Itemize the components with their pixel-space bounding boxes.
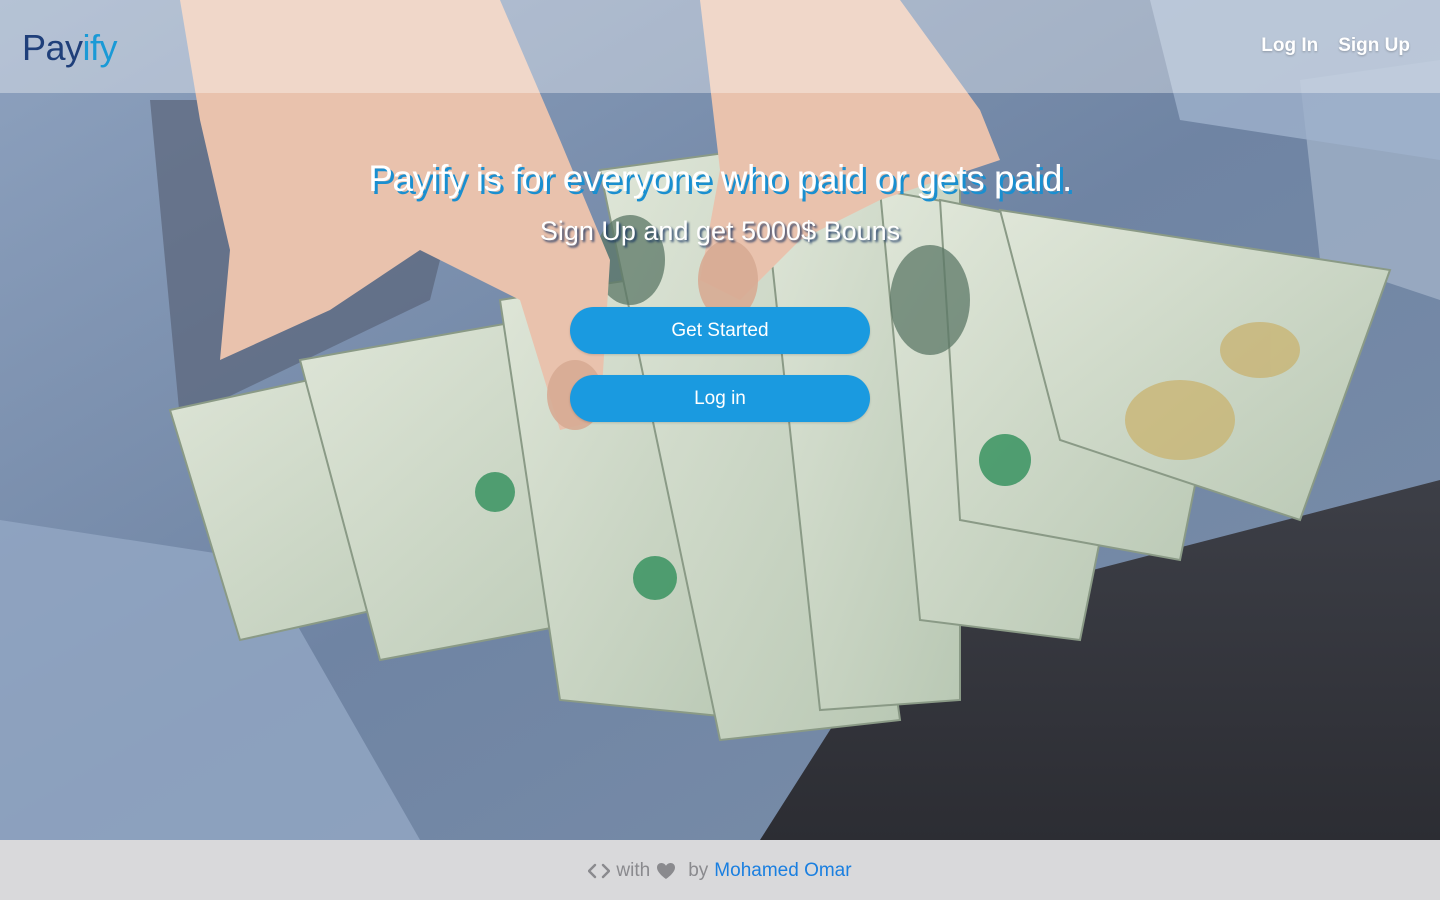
heart-icon xyxy=(657,863,676,879)
author-link[interactable]: Mohamed Omar xyxy=(714,840,851,900)
get-started-button[interactable]: Get Started xyxy=(570,307,870,354)
top-navbar: Payify Log In Sign Up xyxy=(0,0,1440,93)
footer-with-text: with xyxy=(616,860,651,881)
brand-logo-part1: Pay xyxy=(22,27,83,68)
nav-signup-link[interactable]: Sign Up xyxy=(1338,33,1410,59)
footer-by-text: by xyxy=(688,860,709,881)
nav-login-link[interactable]: Log In xyxy=(1261,33,1318,59)
header-nav: Log In Sign Up xyxy=(1261,33,1410,59)
code-icon xyxy=(588,863,611,879)
brand-logo[interactable]: Payify xyxy=(22,26,118,70)
brand-logo-part2: ify xyxy=(82,27,118,68)
login-button[interactable]: Log in xyxy=(570,375,870,422)
footer-credit: with by Mohamed Omar xyxy=(588,840,852,900)
hero-title: Payify is for everyone who paid or gets … xyxy=(368,158,1072,199)
footer: with by Mohamed Omar xyxy=(0,840,1440,900)
landing-page: Payify Log In Sign Up Payify is for ever… xyxy=(0,0,1440,900)
hero-subtitle: Sign Up and get 5000$ Bouns xyxy=(539,216,901,246)
